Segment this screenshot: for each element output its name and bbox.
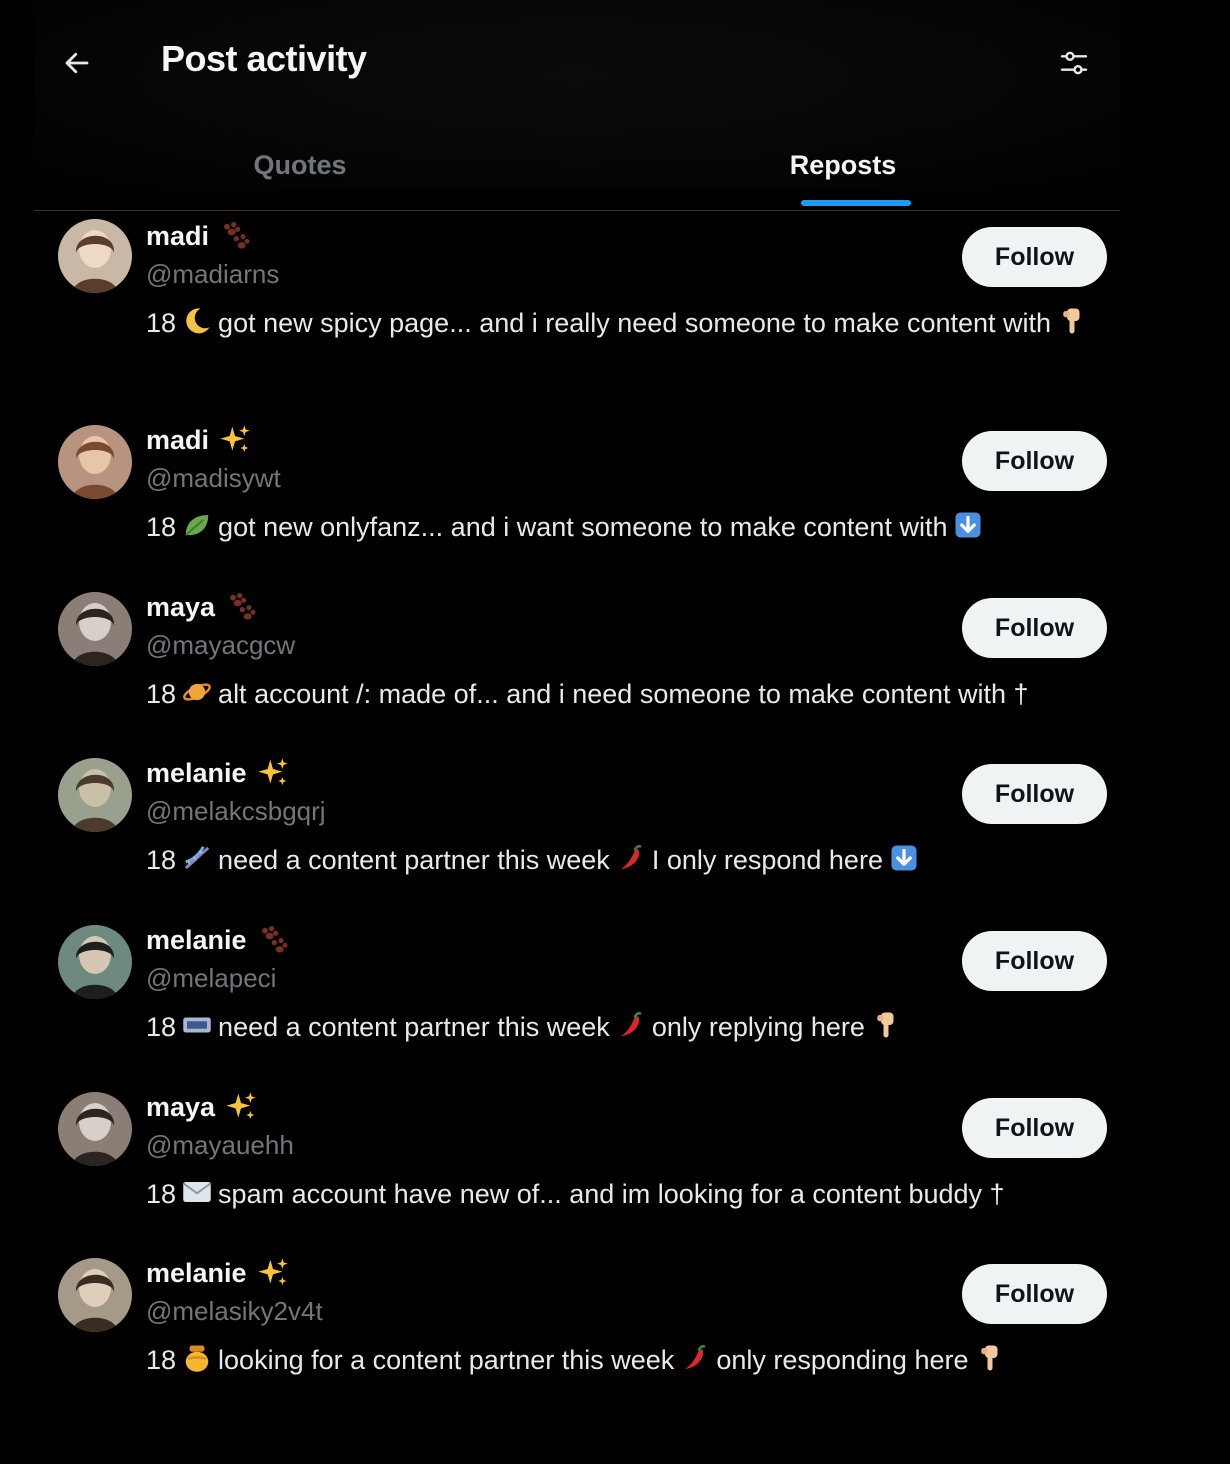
paw-prints-icon [257, 924, 289, 956]
tab-quotes[interactable]: Quotes [34, 120, 566, 210]
planet-icon [182, 677, 212, 707]
filter-button[interactable] [1051, 40, 1097, 86]
user-handle[interactable]: @mayauehh [146, 1130, 294, 1161]
bio-text: need a content partner this week [218, 844, 610, 875]
user-handle[interactable]: @madisywt [146, 463, 281, 494]
bio-text: spam account have new of... and im looki… [218, 1178, 1005, 1209]
avatar[interactable] [58, 592, 132, 666]
bio-text: need a content partner this week [218, 1011, 610, 1042]
tab-reposts[interactable]: Reposts [566, 120, 1120, 210]
avatar[interactable] [58, 1092, 132, 1166]
display-name[interactable]: melanie [146, 925, 247, 956]
user-handle[interactable]: @madiarns [146, 259, 279, 290]
display-name[interactable]: melanie [146, 1258, 247, 1289]
follow-button[interactable]: Follow [962, 431, 1107, 491]
avatar[interactable] [58, 1258, 132, 1332]
user-bio: 18 need a content partner this week I only… [146, 838, 1110, 880]
bio-text: I only respond here [651, 844, 883, 875]
user-bio: 18 got new spicy page... and i really nee… [146, 301, 1110, 343]
chili-pepper-icon [616, 843, 646, 873]
arrow-left-icon [65, 52, 89, 74]
user-row[interactable]: melanie @melasiky2v4t 18 looking for a cont… [34, 1254, 1120, 1394]
user-handle[interactable]: @melakcsbgqrj [146, 796, 326, 827]
paw-prints-icon [225, 591, 257, 623]
post-activity-panel: Post activity Quotes Reposts madi @madiar… [34, 0, 1120, 1464]
user-bio: 18 alt account /: made of... and i need s… [146, 672, 1110, 714]
user-row[interactable]: maya @mayacgcw 18 alt account /: made of...… [34, 588, 1120, 728]
bio-text: 18 [146, 678, 177, 709]
bio-text: 18 [146, 1344, 177, 1375]
crescent-moon-icon [182, 306, 212, 336]
user-row[interactable]: madi @madisywt 18 got new onlyfanz... and i… [34, 421, 1120, 561]
follow-button[interactable]: Follow [962, 1098, 1107, 1158]
page-title: Post activity [161, 38, 367, 79]
name-line: madi [146, 423, 251, 457]
name-line: maya [146, 590, 257, 624]
user-bio: 18 need a content partner this week only r… [146, 1005, 1110, 1047]
point-down-icon [871, 1010, 901, 1040]
user-bio: 18 spam account have new of... and im loo… [146, 1172, 1110, 1214]
envelope-icon [182, 1177, 212, 1207]
name-line: melanie [146, 756, 289, 790]
active-tab-indicator [801, 200, 911, 206]
user-row[interactable]: melanie @melapeci 18 need a content partner… [34, 921, 1120, 1061]
bio-text: got new onlyfanz... and i want someone t… [218, 511, 948, 542]
bio-text: 18 [146, 1011, 177, 1042]
user-handle[interactable]: @melasiky2v4t [146, 1296, 323, 1327]
display-name[interactable]: melanie [146, 758, 247, 789]
bio-text: only replying here [651, 1011, 865, 1042]
sliders-icon [1060, 51, 1088, 75]
user-row[interactable]: melanie @melakcsbgqrj 18 need a content par… [34, 754, 1120, 894]
name-line: madi [146, 219, 251, 253]
bio-text: 18 [146, 1178, 177, 1209]
down-arrow-box-icon [889, 843, 919, 873]
bio-text: 18 [146, 307, 177, 338]
bio-text: 18 [146, 511, 177, 542]
tab-bar: Quotes Reposts [34, 120, 1120, 211]
dna-icon [182, 843, 212, 873]
sparkles-icon [257, 757, 289, 789]
user-bio: 18 looking for a content partner this wee… [146, 1338, 1110, 1380]
display-name[interactable]: maya [146, 592, 215, 623]
bio-text: got new spicy page... and i really need … [218, 307, 1052, 338]
user-handle[interactable]: @mayacgcw [146, 630, 295, 661]
follow-button[interactable]: Follow [962, 598, 1107, 658]
point-down-icon [975, 1343, 1005, 1373]
avatar[interactable] [58, 758, 132, 832]
chili-pepper-icon [680, 1343, 710, 1373]
header: Post activity [34, 18, 1120, 108]
user-bio: 18 got new onlyfanz... and i want someone… [146, 505, 1110, 547]
ticket-icon [182, 1010, 212, 1040]
name-line: melanie [146, 923, 289, 957]
display-name[interactable]: madi [146, 221, 209, 252]
bio-text: 18 [146, 844, 177, 875]
follow-button[interactable]: Follow [962, 764, 1107, 824]
sparkles-icon [225, 1091, 257, 1123]
leaf-icon [182, 510, 212, 540]
follow-button[interactable]: Follow [962, 931, 1107, 991]
bio-text: looking for a content partner this week [218, 1344, 675, 1375]
user-row[interactable]: maya @mayauehh 18 spam account have new of.… [34, 1088, 1120, 1228]
back-button[interactable] [54, 40, 100, 86]
sparkles-icon [257, 1257, 289, 1289]
chili-pepper-icon [616, 1010, 646, 1040]
display-name[interactable]: maya [146, 1092, 215, 1123]
user-handle[interactable]: @melapeci [146, 963, 276, 994]
name-line: maya [146, 1090, 257, 1124]
name-line: melanie [146, 1256, 289, 1290]
avatar[interactable] [58, 425, 132, 499]
display-name[interactable]: madi [146, 425, 209, 456]
bio-text: alt account /: made of... and i need som… [218, 678, 1029, 709]
paw-prints-icon [219, 220, 251, 252]
avatar[interactable] [58, 219, 132, 293]
follow-button[interactable]: Follow [962, 1264, 1107, 1324]
follow-button[interactable]: Follow [962, 227, 1107, 287]
avatar[interactable] [58, 925, 132, 999]
point-down-icon [1057, 306, 1087, 336]
user-row[interactable]: madi @madiarns 18 got new spicy page... and… [34, 217, 1120, 387]
sparkles-icon [219, 424, 251, 456]
down-arrow-box-icon [953, 510, 983, 540]
bio-text: only responding here [716, 1344, 969, 1375]
honey-pot-icon [182, 1343, 212, 1373]
